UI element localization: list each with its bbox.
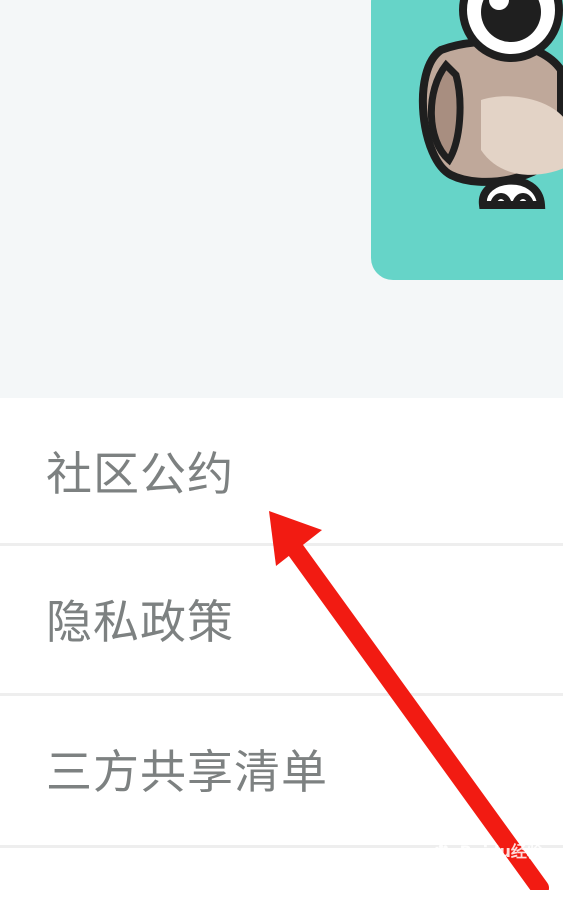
menu-item-label: 三方共享清单 bbox=[46, 745, 328, 799]
owl-mascot-icon bbox=[418, 0, 563, 209]
header-area bbox=[0, 0, 563, 398]
watermark-text: Baidu经验 bbox=[459, 842, 543, 861]
menu-item-community-rules[interactable]: 社区公约 bbox=[0, 398, 563, 546]
menu-item-label: 社区公约 bbox=[46, 447, 234, 501]
settings-menu: 社区公约 隐私政策 三方共享清单 bbox=[0, 398, 563, 908]
menu-item-label: 隐私政策 bbox=[46, 595, 234, 649]
paw-icon bbox=[434, 843, 450, 860]
baidu-watermark: Baidu经验 bbox=[432, 838, 543, 863]
mascot-card bbox=[371, 0, 563, 280]
menu-item-privacy-policy[interactable]: 隐私政策 bbox=[0, 546, 563, 696]
menu-item-third-party-sharing[interactable]: 三方共享清单 bbox=[0, 696, 563, 848]
